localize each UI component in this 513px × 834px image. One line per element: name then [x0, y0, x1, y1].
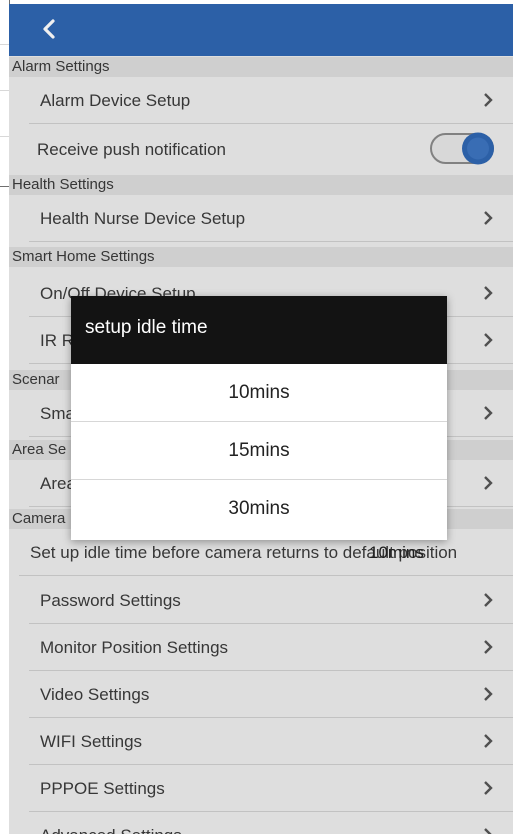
option-15mins[interactable]: 15mins: [71, 422, 447, 480]
dialog-title: setup idle time: [71, 296, 447, 364]
idle-time-dialog: setup idle time 10mins 15mins 30mins: [71, 296, 447, 540]
option-30mins[interactable]: 30mins: [71, 480, 447, 538]
option-10mins[interactable]: 10mins: [71, 364, 447, 422]
